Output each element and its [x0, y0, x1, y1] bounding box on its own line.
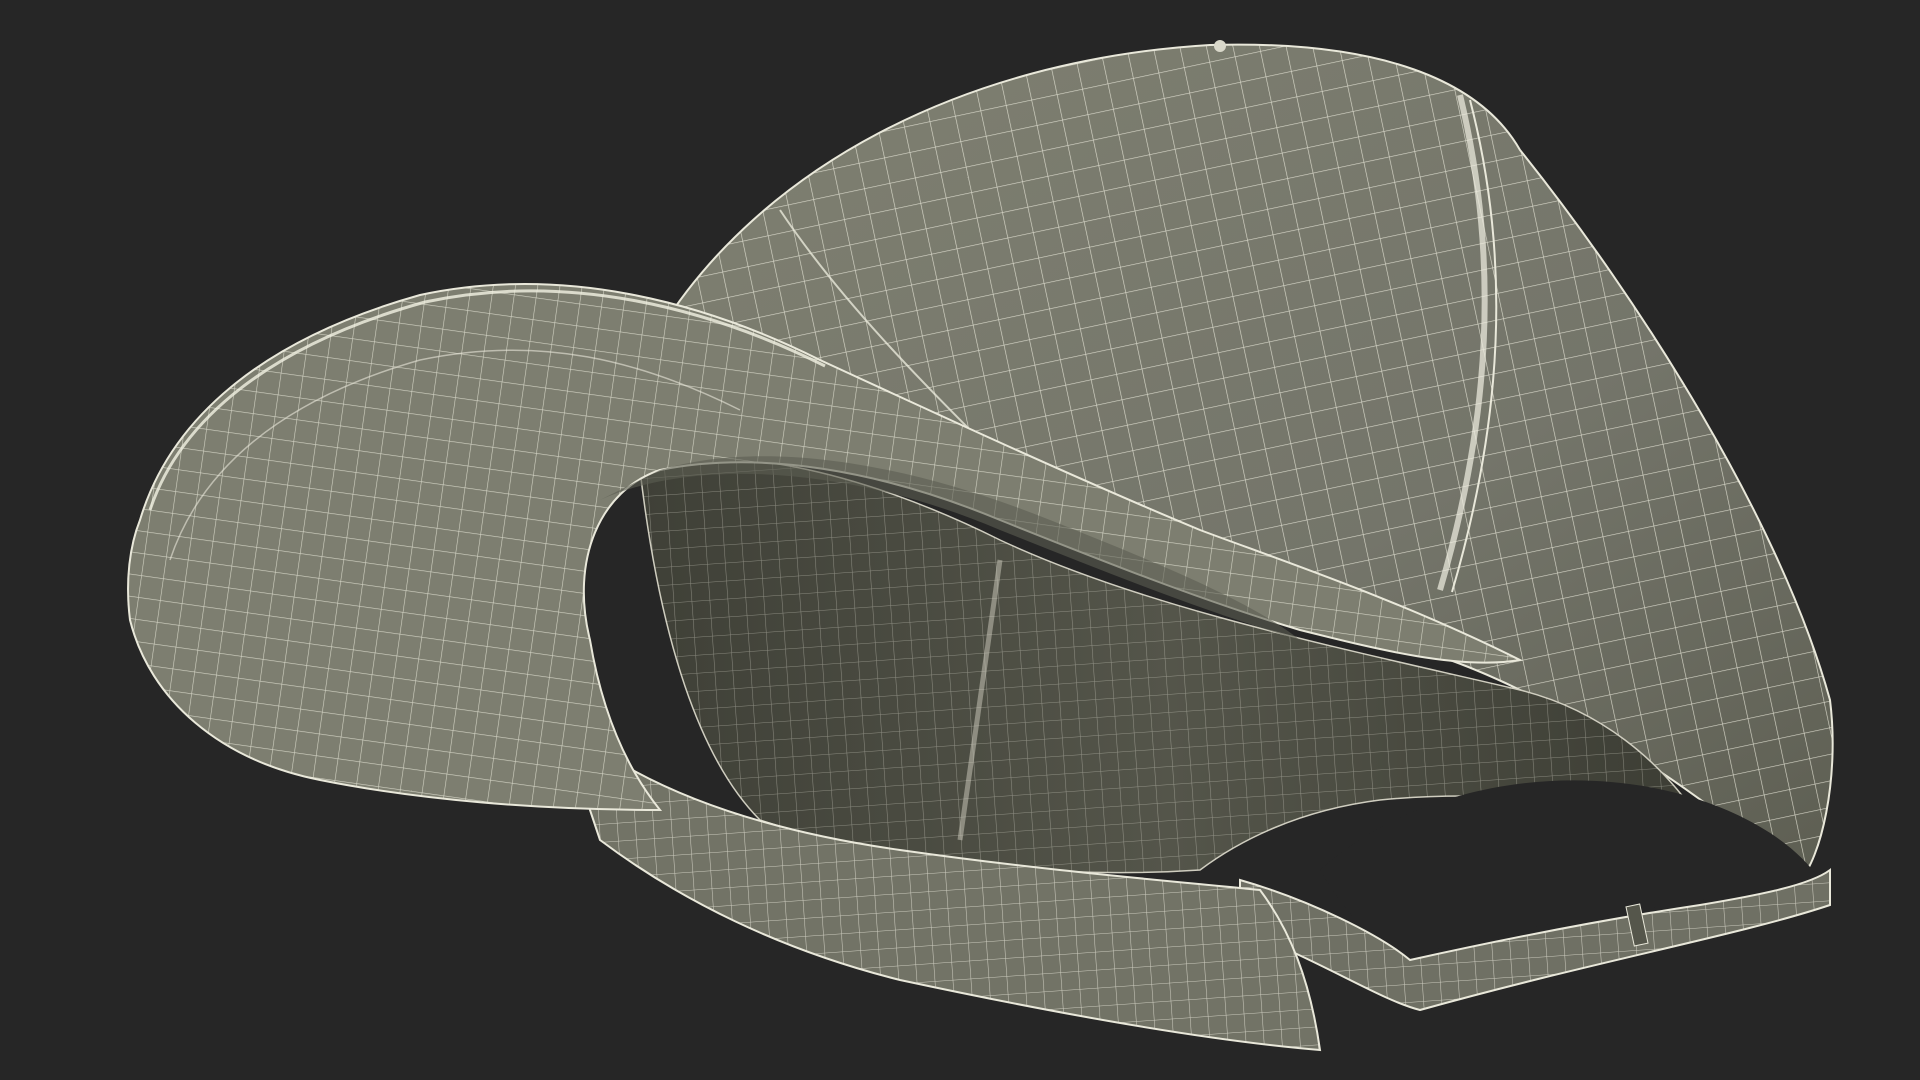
cap-wireframe-render [127, 40, 1834, 1052]
render-viewport [0, 0, 1920, 1080]
